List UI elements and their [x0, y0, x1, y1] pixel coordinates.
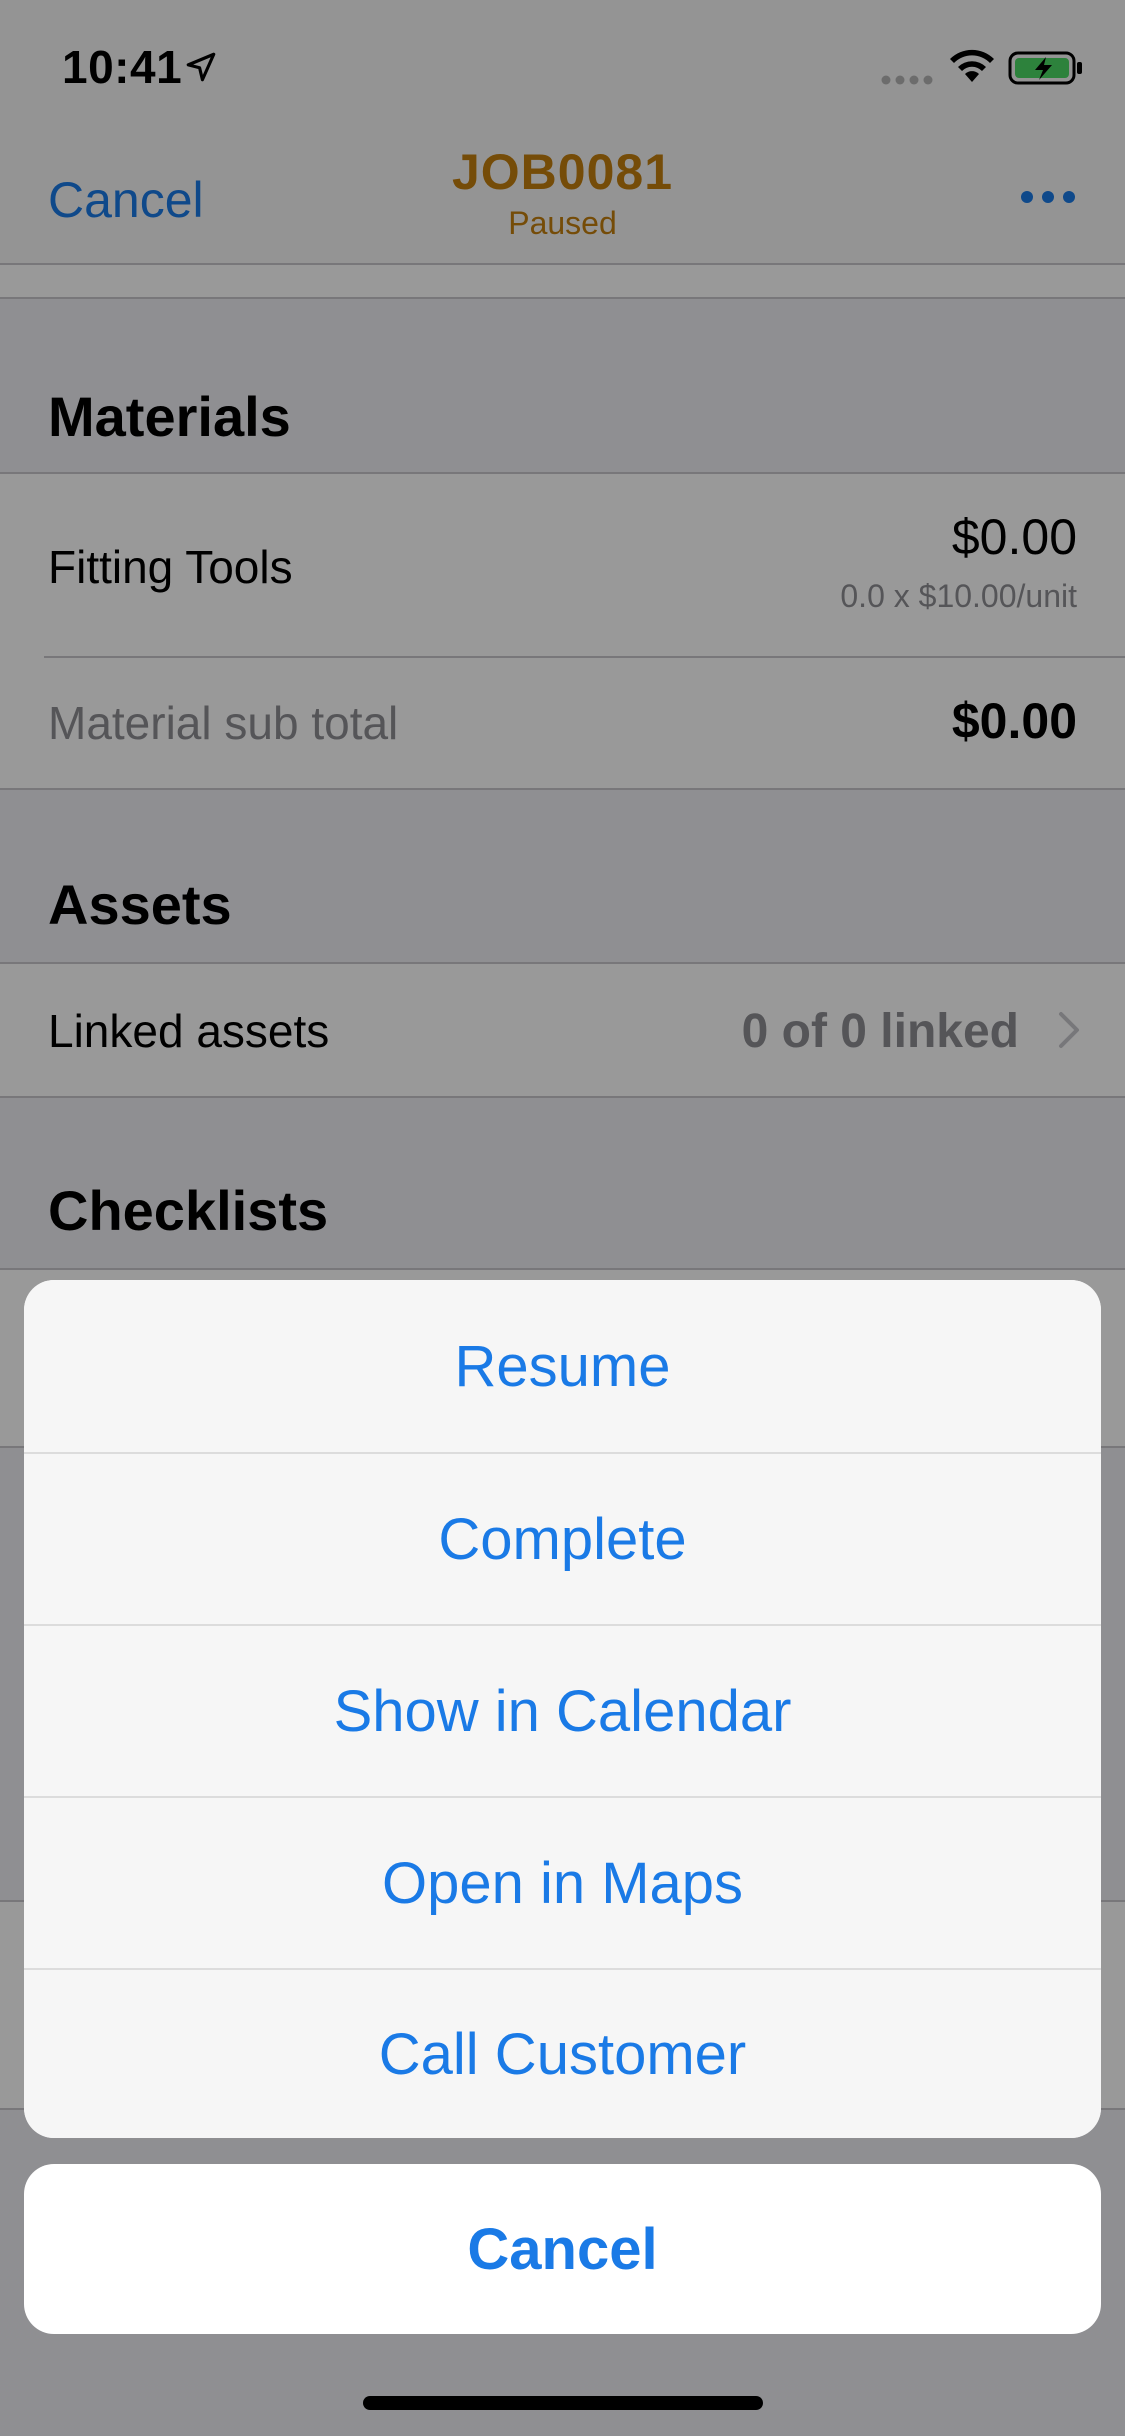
action-sheet-cancel-button[interactable]: Cancel — [24, 2164, 1101, 2334]
show-in-calendar-action-button[interactable]: Show in Calendar — [24, 1624, 1101, 1796]
action-sheet: Resume Complete Show in Calendar Open in… — [24, 1280, 1101, 2138]
resume-action-button[interactable]: Resume — [24, 1280, 1101, 1452]
open-in-maps-action-button[interactable]: Open in Maps — [24, 1796, 1101, 1968]
complete-action-button[interactable]: Complete — [24, 1452, 1101, 1624]
call-customer-action-button[interactable]: Call Customer — [24, 1968, 1101, 2138]
job-detail-screen: 10:41 Cancel JOB0081 Paused Materials Fi… — [0, 0, 1125, 2436]
home-indicator[interactable] — [363, 2396, 763, 2410]
